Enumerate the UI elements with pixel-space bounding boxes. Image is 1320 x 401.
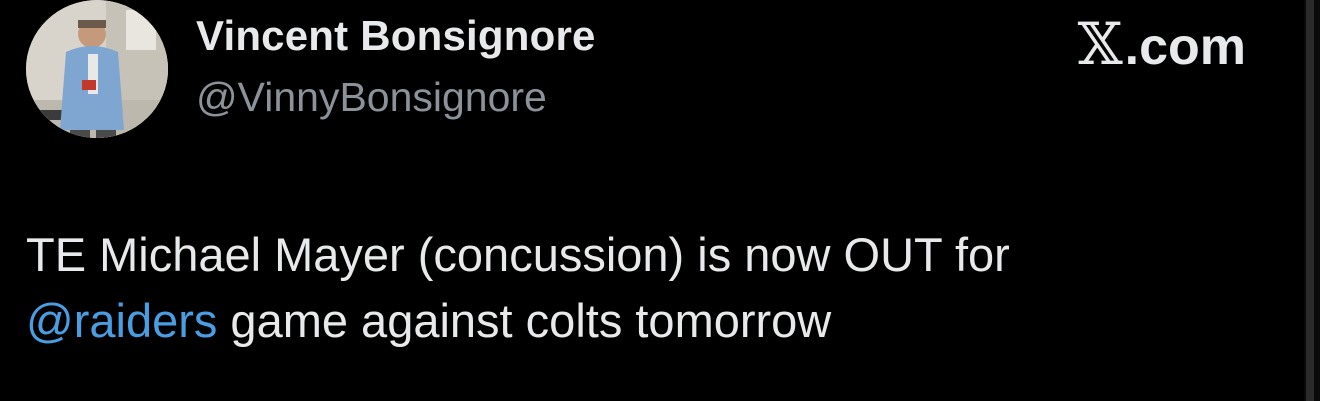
x-com-logo: 𝕏 .com — [1078, 10, 1246, 78]
brand-domain: .com — [1124, 18, 1246, 76]
tweet-card: Vincent Bonsignore @VinnyBonsignore 𝕏 .c… — [0, 0, 1304, 401]
author-display-name[interactable]: Vincent Bonsignore — [196, 12, 596, 60]
author-handle[interactable]: @VinnyBonsignore — [196, 74, 547, 121]
profile-photo-icon — [26, 0, 168, 138]
mention-link[interactable]: @raiders — [26, 294, 217, 347]
x-logo-icon: 𝕏 — [1077, 10, 1123, 78]
tweet-text: TE Michael Mayer (concussion) is now OUT… — [26, 222, 1286, 354]
scrollbar-thumb[interactable] — [1306, 0, 1314, 401]
scrollbar-track[interactable] — [1304, 0, 1320, 401]
avatar[interactable] — [26, 0, 168, 138]
tweet-text-line1: TE Michael Mayer (concussion) is now OUT… — [26, 228, 1010, 281]
tweet-text-line2: game against colts tomorrow — [217, 294, 832, 347]
